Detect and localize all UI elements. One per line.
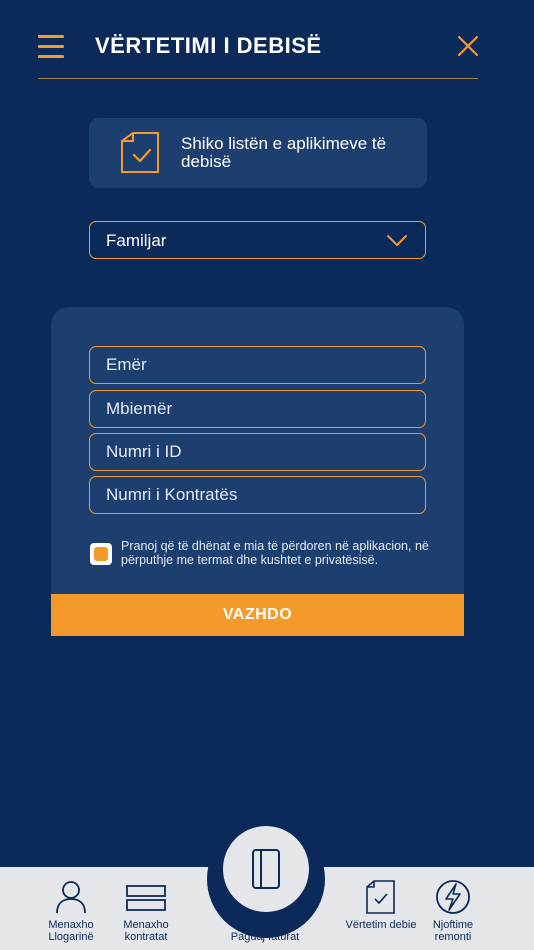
applications-list-label: Shiko listën e aplikimeve të debisë — [181, 134, 387, 171]
chevron-down-icon — [387, 235, 407, 246]
nav-item-pay-bills[interactable] — [223, 826, 309, 912]
contract-number-input[interactable] — [89, 476, 426, 514]
last-name-input[interactable] — [89, 390, 426, 428]
nav-item-maintenance-notices[interactable]: Njoftime remonti — [413, 867, 493, 950]
form-card: Pranoj që të dhënat e mia të përdoren në… — [51, 307, 464, 636]
app-header: VËRTETIMI I DEBISË — [0, 0, 534, 80]
nav-item-manage-contracts[interactable]: Menaxho kontratat — [106, 867, 186, 950]
wallet-icon — [252, 849, 280, 889]
continue-button[interactable]: VAZHDO — [51, 594, 464, 636]
nav-item-manage-account[interactable]: Menaxho Llogarinë — [31, 867, 111, 950]
hamburger-menu-icon[interactable] — [38, 34, 66, 58]
debt-type-value: Familjar — [106, 231, 167, 250]
nav-label: Vërtetim debie — [345, 919, 417, 931]
nav-item-debt-certificate[interactable]: Vërtetim debie — [341, 867, 421, 950]
document-check-icon — [366, 880, 395, 914]
user-icon — [56, 881, 86, 914]
page-title: VËRTETIMI I DEBISË — [95, 33, 322, 58]
consent-text: Pranoj që të dhënat e mia të përdoren në… — [121, 539, 429, 567]
applications-list-button[interactable]: Shiko listën e aplikimeve të debisë — [89, 118, 427, 188]
debt-type-select[interactable]: Familjar — [89, 221, 426, 259]
id-number-input[interactable] — [89, 433, 426, 471]
first-name-input[interactable] — [89, 346, 426, 384]
nav-label: Menaxho kontratat — [123, 919, 169, 943]
lightning-icon — [436, 880, 470, 914]
document-check-icon — [121, 132, 159, 173]
consent-checkbox[interactable] — [90, 543, 112, 565]
nav-label: Menaxho Llogarinë — [48, 919, 94, 943]
contracts-icon — [126, 885, 166, 911]
header-divider — [38, 78, 478, 79]
nav-label: Njoftime remonti — [432, 919, 474, 943]
close-icon[interactable] — [456, 34, 480, 58]
nav-label: Paguaj faturat — [230, 931, 300, 943]
